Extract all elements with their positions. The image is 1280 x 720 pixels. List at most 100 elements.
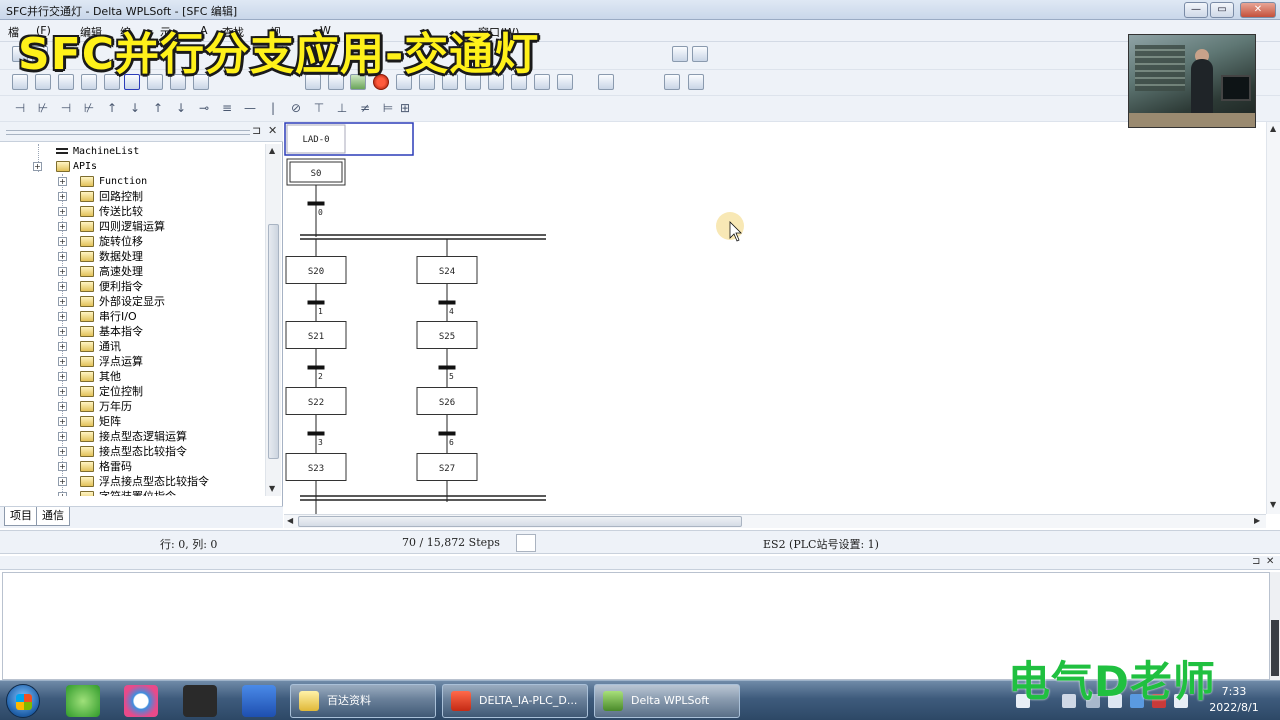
output-coil-icon[interactable]: ⊸ — [196, 100, 212, 116]
tree-item-folder[interactable]: + Function — [0, 174, 265, 189]
parallel-falling-icon[interactable]: ↓ — [173, 100, 189, 116]
expand-icon[interactable]: + — [58, 432, 67, 441]
canvas-vertical-scrollbar[interactable]: ▲ ▼ — [1266, 122, 1280, 514]
reset-icon[interactable] — [557, 74, 573, 90]
contact-no-icon[interactable]: ⊣ — [12, 100, 28, 116]
messenger-icon[interactable] — [242, 685, 276, 717]
tree-item-folder[interactable]: + 通讯 — [0, 339, 265, 354]
tree-scroll-thumb[interactable] — [268, 224, 279, 459]
expand-icon[interactable]: + — [58, 177, 67, 186]
maximize-button[interactable]: ▭ — [1210, 2, 1234, 18]
scroll-down-arrow-icon[interactable]: ▼ — [269, 484, 275, 493]
expand-icon[interactable]: + — [33, 162, 42, 171]
canvas-horizontal-scrollbar[interactable]: ◀ ▶ — [284, 514, 1266, 528]
expand-icon[interactable]: + — [58, 222, 67, 231]
expand-icon[interactable]: + — [58, 282, 67, 291]
tree-item-folder[interactable]: + 其他 — [0, 369, 265, 384]
tree-item-folder[interactable]: + 四则逻辑运算 — [0, 219, 265, 234]
tree-item-folder[interactable]: + 万年历 — [0, 399, 265, 414]
output-pin-icon[interactable]: ⊐ — [1252, 556, 1260, 567]
close-panel-icon[interactable]: ✕ — [268, 124, 277, 137]
parallel-no-icon[interactable]: ⊣ — [58, 100, 74, 116]
task-pdf[interactable]: DELTA_IA-PLC_D... — [442, 684, 588, 718]
tree-item-folder[interactable]: + 外部设定显示 — [0, 294, 265, 309]
browser-icon[interactable] — [66, 685, 100, 717]
pin-icon[interactable]: ⊐ — [252, 124, 261, 137]
step-icon[interactable]: ⊞ — [397, 100, 413, 116]
end-icon[interactable]: ⊨ — [380, 100, 396, 116]
parallel-rising-icon[interactable]: ↑ — [150, 100, 166, 116]
expand-icon[interactable]: + — [58, 492, 67, 496]
expand-icon[interactable]: + — [58, 342, 67, 351]
expand-icon[interactable]: + — [58, 357, 67, 366]
contact-nc-icon[interactable]: ⊬ — [35, 100, 51, 116]
expand-icon[interactable]: + — [58, 192, 67, 201]
horizontal-line-icon[interactable]: — — [242, 100, 258, 116]
scroll-right-icon[interactable]: ▶ — [1254, 516, 1260, 525]
invert-icon[interactable]: ⊘ — [288, 100, 304, 116]
output-close-icon[interactable]: ✕ — [1266, 556, 1274, 567]
tree-item-folder[interactable]: + 浮点接点型态比较指令 — [0, 474, 265, 489]
expand-icon[interactable]: + — [58, 447, 67, 456]
vertical-line-icon[interactable]: | — [265, 100, 281, 116]
expand-icon[interactable]: + — [58, 387, 67, 396]
scroll-up-icon[interactable]: ▲ — [1270, 124, 1276, 133]
tree-item-folder[interactable]: + 串行I/O — [0, 309, 265, 324]
expand-icon[interactable]: + — [58, 267, 67, 276]
scroll-down-icon[interactable]: ▼ — [1270, 500, 1276, 509]
merge-icon[interactable]: ⊥ — [334, 100, 350, 116]
expand-icon[interactable]: + — [58, 327, 67, 336]
expand-icon[interactable]: + — [58, 477, 67, 486]
tree-item-folder[interactable]: + 接点型态比较指令 — [0, 444, 265, 459]
scroll-up-arrow-icon[interactable]: ▲ — [269, 146, 275, 155]
transition-0[interactable] — [307, 201, 325, 206]
branch-icon[interactable]: ⊤ — [311, 100, 327, 116]
rising-edge-icon[interactable]: ↑ — [104, 100, 120, 116]
tree-item-folder[interactable]: + 矩阵 — [0, 414, 265, 429]
settings-icon[interactable] — [692, 46, 708, 62]
transition-6[interactable] — [438, 431, 456, 436]
minimize-button[interactable]: — — [1184, 2, 1208, 18]
expand-icon[interactable]: + — [58, 372, 67, 381]
expand-icon[interactable]: + — [58, 237, 67, 246]
horizontal-scroll-thumb[interactable] — [298, 516, 742, 527]
start-button[interactable] — [6, 684, 40, 718]
tab-communication[interactable]: 通信 — [36, 507, 70, 526]
screen-recorder-icon[interactable] — [183, 685, 217, 717]
transition-3[interactable] — [307, 431, 325, 436]
task-folder[interactable]: 百达资料 — [290, 684, 436, 718]
tree-item-folder[interactable]: + 高速处理 — [0, 264, 265, 279]
print-icon[interactable] — [664, 74, 680, 90]
photo-app-icon[interactable] — [124, 685, 158, 717]
tree-item-machinelist[interactable]: MachineList — [0, 144, 265, 159]
expand-icon[interactable]: + — [58, 417, 67, 426]
close-button[interactable]: ✕ — [1240, 2, 1276, 18]
tab-project[interactable]: 项目 — [4, 507, 38, 526]
task-wplsoft[interactable]: Delta WPLSoft — [594, 684, 740, 718]
tree-item-folder[interactable]: + 便利指令 — [0, 279, 265, 294]
tree-item-folder[interactable]: + 回路控制 — [0, 189, 265, 204]
application-icon[interactable]: ≡ — [219, 100, 235, 116]
sfc-canvas[interactable]: LAD-0 S0 0 S20 S21 S22 S23 1 2 3 S24 S25 S26 S27 4 5 6 ▲… — [284, 122, 1280, 528]
panel-grip[interactable] — [6, 130, 250, 135]
output-scrollbar[interactable] — [1270, 572, 1280, 680]
tree-item-folder[interactable]: + 字符装置位指令 — [0, 489, 265, 496]
transition-4[interactable] — [438, 300, 456, 305]
tree-item-folder[interactable]: + 浮点运算 — [0, 354, 265, 369]
tree-item-folder[interactable]: + 旋转位移 — [0, 234, 265, 249]
tree-item-folder[interactable]: + 基本指令 — [0, 324, 265, 339]
tree-scrollbar[interactable]: ▲ ▼ — [265, 144, 281, 496]
expand-icon[interactable]: + — [58, 402, 67, 411]
delete-line-icon[interactable]: ≠ — [357, 100, 373, 116]
help-icon[interactable] — [688, 74, 704, 90]
transition-5[interactable] — [438, 365, 456, 370]
tree-item-folder[interactable]: + 传送比较 — [0, 204, 265, 219]
tree-item-apis[interactable]: + APIs — [0, 159, 265, 174]
expand-icon[interactable]: + — [58, 207, 67, 216]
output-scroll-thumb[interactable] — [1271, 620, 1279, 676]
tree-item-folder[interactable]: + 接点型态逻辑运算 — [0, 429, 265, 444]
expand-icon[interactable]: + — [58, 297, 67, 306]
tree-item-folder[interactable]: + 数据处理 — [0, 249, 265, 264]
transition-2[interactable] — [307, 365, 325, 370]
transition-1[interactable] — [307, 300, 325, 305]
